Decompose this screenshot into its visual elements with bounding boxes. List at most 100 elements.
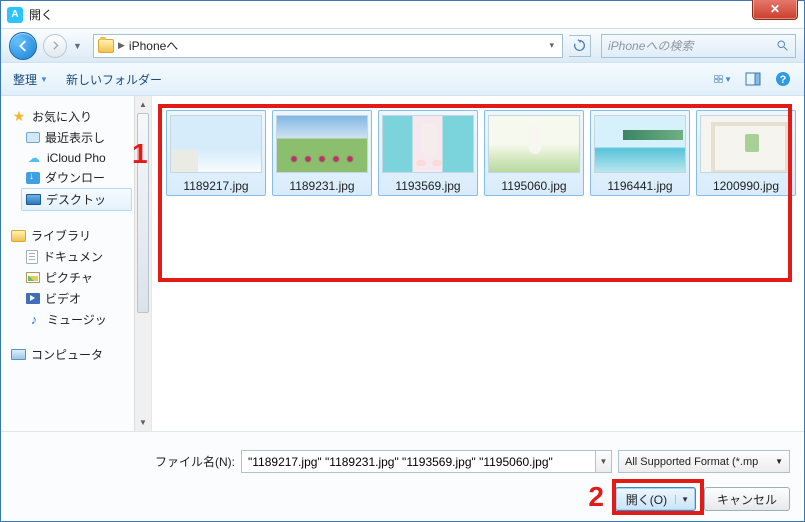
filetype-select[interactable]: All Supported Format (*.mp ▼ xyxy=(618,450,790,473)
libraries-label: ライブラリ xyxy=(31,227,91,244)
cancel-label: キャンセル xyxy=(717,491,777,508)
help-button[interactable]: ? xyxy=(774,70,792,88)
file-name: 1196441.jpg xyxy=(607,179,672,193)
file-item[interactable]: 1195060.jpg xyxy=(484,110,584,196)
chevron-down-icon: ▼ xyxy=(724,75,732,84)
sidebar-item-music[interactable]: ミュージッ xyxy=(1,309,134,330)
forward-button[interactable] xyxy=(43,34,67,58)
arrow-left-icon xyxy=(16,39,30,53)
content-area: お気に入り 最近表示し iCloud Pho ダウンロー デスクトッ ライブラリ… xyxy=(1,96,804,431)
sidebar-item-label: ダウンロー xyxy=(45,169,105,186)
sidebar-item-label: iCloud Pho xyxy=(47,151,106,165)
arrow-right-icon xyxy=(50,40,61,51)
filename-input[interactable] xyxy=(241,450,596,473)
sidebar-item-label: デスクトッ xyxy=(46,191,106,208)
sidebar-item-documents[interactable]: ドキュメン xyxy=(1,246,134,267)
cancel-button[interactable]: キャンセル xyxy=(704,487,790,511)
dialog-footer: ファイル名(N): ▼ All Supported Format (*.mp ▼… xyxy=(1,431,804,521)
video-icon xyxy=(26,293,40,304)
filename-label: ファイル名(N): xyxy=(155,453,235,470)
address-bar[interactable]: ▶ iPhoneへ ▾ xyxy=(93,34,563,58)
download-icon xyxy=(26,172,40,184)
document-icon xyxy=(26,250,38,264)
window-title: 開く xyxy=(29,6,53,23)
pane-icon xyxy=(745,72,761,86)
toolbar: 整理 ▼ 新しいフォルダー ▼ ? xyxy=(1,63,804,96)
scroll-down-icon[interactable]: ▼ xyxy=(135,414,151,431)
open-label: 開く(O) xyxy=(626,491,667,508)
file-name: 1189217.jpg xyxy=(183,179,248,193)
star-icon xyxy=(11,109,27,124)
computer-label: コンピュータ xyxy=(31,346,103,363)
close-button[interactable]: ✕ xyxy=(752,0,798,20)
sidebar-computer[interactable]: コンピュータ xyxy=(1,344,134,365)
desktop-icon xyxy=(26,194,41,205)
search-placeholder: iPhoneへの検索 xyxy=(608,37,693,54)
file-list[interactable]: 1189217.jpg 1189231.jpg 1193569.jpg 1195… xyxy=(151,96,804,431)
file-item[interactable]: 1196441.jpg xyxy=(590,110,690,196)
sidebar-item-recent[interactable]: 最近表示し xyxy=(1,127,134,148)
organize-label: 整理 xyxy=(13,71,37,88)
refresh-icon xyxy=(573,39,586,52)
scroll-up-icon[interactable]: ▲ xyxy=(135,96,151,113)
view-options-button[interactable]: ▼ xyxy=(714,70,732,88)
file-item[interactable]: 1189231.jpg xyxy=(272,110,372,196)
recent-icon xyxy=(26,132,40,143)
history-dropdown[interactable]: ▼ xyxy=(73,41,87,51)
sidebar-item-label: ミュージッ xyxy=(47,311,107,328)
close-icon: ✕ xyxy=(770,2,780,16)
library-icon xyxy=(11,230,26,242)
search-input[interactable]: iPhoneへの検索 xyxy=(601,34,796,58)
sidebar-item-downloads[interactable]: ダウンロー xyxy=(1,167,134,188)
folder-icon xyxy=(98,39,114,53)
sidebar-item-videos[interactable]: ビデオ xyxy=(1,288,134,309)
file-item[interactable]: 1193569.jpg xyxy=(378,110,478,196)
sidebar-item-label: 最近表示し xyxy=(45,129,105,146)
open-button[interactable]: 開く(O) ▼ xyxy=(615,487,696,511)
filetype-label: All Supported Format (*.mp xyxy=(625,456,758,468)
sidebar-item-desktop[interactable]: デスクトッ xyxy=(21,188,132,211)
chevron-down-icon: ▼ xyxy=(775,457,783,466)
sidebar-item-label: ピクチャ xyxy=(45,269,93,286)
computer-icon xyxy=(11,349,26,360)
sidebar: お気に入り 最近表示し iCloud Pho ダウンロー デスクトッ ライブラリ… xyxy=(1,96,134,431)
file-name: 1193569.jpg xyxy=(395,179,460,193)
file-thumbnail xyxy=(170,115,262,173)
file-item[interactable]: 1200990.jpg xyxy=(696,110,796,196)
file-thumbnail xyxy=(382,115,474,173)
refresh-button[interactable] xyxy=(569,35,591,57)
organize-menu[interactable]: 整理 ▼ xyxy=(13,71,48,88)
open-split-dropdown[interactable]: ▼ xyxy=(675,495,689,504)
sidebar-item-label: ドキュメン xyxy=(43,248,103,265)
chevron-down-icon[interactable]: ▾ xyxy=(545,40,558,51)
help-icon: ? xyxy=(775,71,791,87)
file-item[interactable]: 1189217.jpg xyxy=(166,110,266,196)
preview-pane-button[interactable] xyxy=(744,70,762,88)
picture-icon xyxy=(26,272,40,283)
file-thumbnail xyxy=(594,115,686,173)
filename-dropdown[interactable]: ▼ xyxy=(596,450,612,473)
file-thumbnail xyxy=(488,115,580,173)
address-path: iPhoneへ xyxy=(129,37,178,54)
sidebar-item-pictures[interactable]: ピクチャ xyxy=(1,267,134,288)
music-icon xyxy=(26,312,42,327)
sidebar-item-icloud[interactable]: iCloud Pho xyxy=(1,148,134,167)
new-folder-label: 新しいフォルダー xyxy=(66,71,162,88)
chevron-down-icon: ▼ xyxy=(40,75,48,84)
tiles-icon xyxy=(714,71,724,87)
new-folder-button[interactable]: 新しいフォルダー xyxy=(66,71,162,88)
file-name: 1189231.jpg xyxy=(289,179,354,193)
navigation-bar: ▼ ▶ iPhoneへ ▾ iPhoneへの検索 xyxy=(1,28,804,63)
file-name: 1195060.jpg xyxy=(501,179,566,193)
search-icon xyxy=(776,39,789,52)
chevron-right-icon: ▶ xyxy=(118,40,125,51)
titlebar: A 開く ✕ xyxy=(1,1,804,28)
sidebar-favorites[interactable]: お気に入り xyxy=(1,106,134,127)
cloud-icon xyxy=(26,150,42,165)
back-button[interactable] xyxy=(9,32,37,60)
sidebar-libraries[interactable]: ライブラリ xyxy=(1,225,134,246)
svg-text:?: ? xyxy=(780,74,787,86)
sidebar-item-label: ビデオ xyxy=(45,290,81,307)
annotation-number-1: 1 xyxy=(132,138,148,170)
file-name: 1200990.jpg xyxy=(713,179,779,193)
